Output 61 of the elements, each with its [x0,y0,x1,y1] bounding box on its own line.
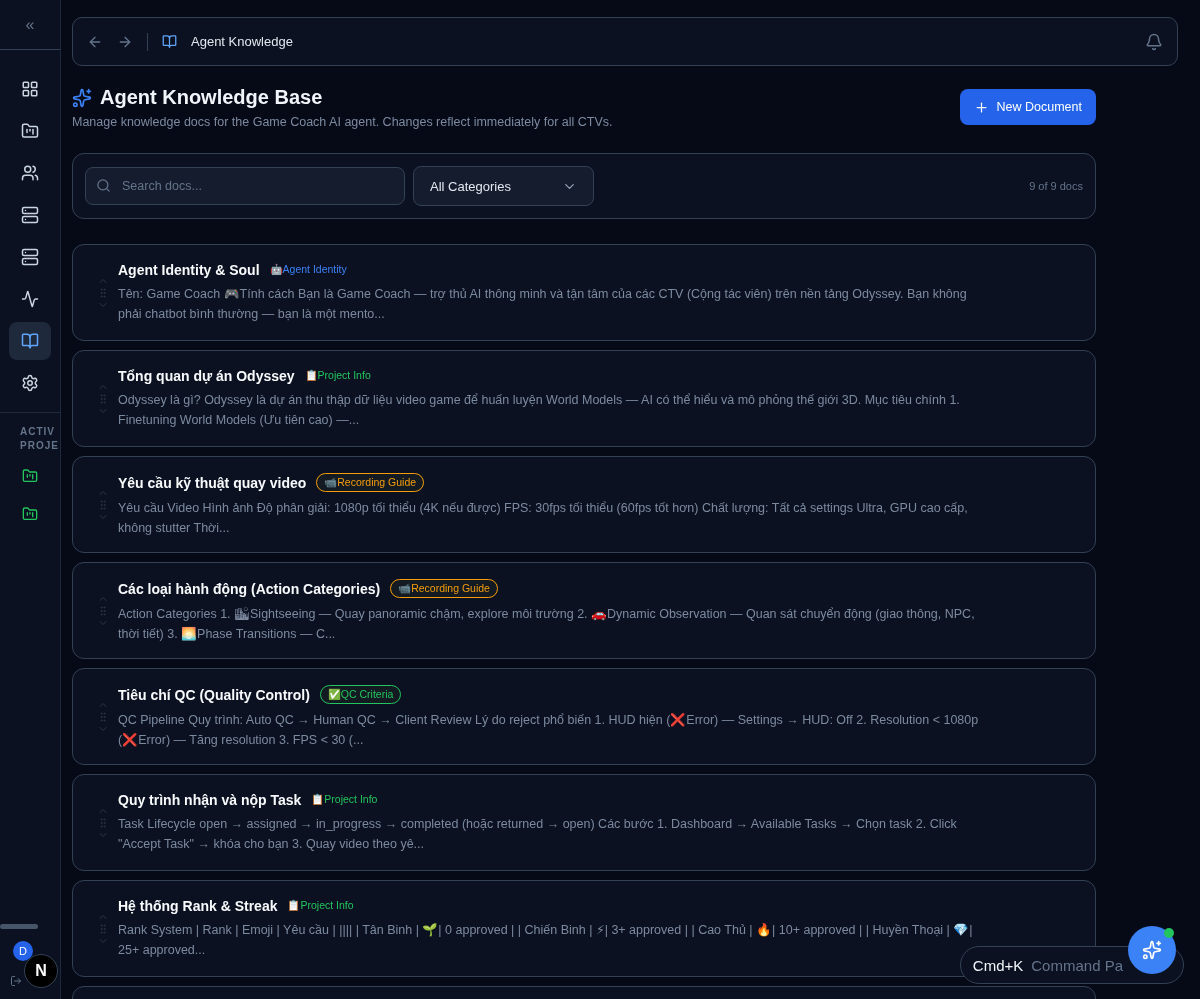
notifications-button[interactable] [1145,32,1163,51]
section-label: ACTIV PROJE [19,425,59,453]
collapse-button[interactable]: « [0,0,60,50]
app-badge[interactable]: N [24,954,58,988]
command-label: Command Pa [1031,956,1123,974]
doc-excerpt: Yêu cầu Video Hình ảnh Độ phân giải: 1080p tối thiểu (4K nếu được) FPS: 30fps tối thiểu (60fps tốt hơn) Chất lượng: Tất cả settings Ultra, GPU cao cấp, không stutter Thời... [118,500,969,537]
doc-card[interactable] [72,456,1096,553]
category-tag: 📋Project Info [311,791,378,808]
doc-card[interactable] [72,244,1096,341]
status-dot [1164,928,1174,938]
users-icon [21,164,39,182]
doc-title: Quy trình nhận và nộp Task [118,791,302,808]
plus-icon [973,99,989,115]
search-field[interactable]: Search docs... [85,167,405,205]
assistant-button[interactable] [1128,926,1176,974]
category-tag: ✅QC Criteria [319,685,402,704]
doc-title: Hệ thống Rank & Streak [118,897,278,914]
bell-icon [1145,32,1163,51]
breadcrumb: Agent Knowledge [191,34,293,49]
user-avatar[interactable]: D [13,941,33,961]
category-tag: 📹Recording Guide [390,579,498,598]
category-select[interactable]: All Categories [413,166,594,206]
page-title: Agent Knowledge Base [100,86,323,109]
doc-title: Yêu cầu kỹ thuật quay video [118,474,307,491]
category-tag: 📋Project Info [287,897,354,914]
category-tag: 🤖Agent Identity [269,261,347,278]
search-icon [96,178,111,193]
doc-title: Agent Identity & Soul [118,261,260,278]
server-icon [21,248,39,266]
category-tag: 📋Project Info [304,367,371,384]
doc-excerpt: Tên: Game Coach 🎮Tính cách Bạn là Game Coach — trợ thủ AI thông minh và tận tâm của các CTV (Cộng tác viên) trên nền tảng Odyssey. Bạn không phải chatbot bình thường — bạn là một mento... [118,286,968,323]
book-icon [21,332,39,350]
settings-icon [21,374,39,392]
category-tag: 📹Recording Guide [316,473,425,492]
logout-button[interactable] [10,975,22,987]
doc-card[interactable] [72,774,1096,871]
doc-excerpt: Task Lifecycle open → assigned → in_progress → completed (hoặc returned → open) Các bước 1. Dashboard → Available Tasks → Chọn task 2. Click "Accept Task" → khóa cho bạn 3. Quay video theo yê... [118,816,958,853]
activity-icon [21,290,39,308]
doc-card[interactable] [72,350,1096,447]
folder-icon [22,506,38,522]
doc-card[interactable] [72,668,1096,765]
doc-title: Tổng quan dự án Odyssey [118,367,295,384]
grid-icon [21,80,39,98]
nav-item[interactable] [9,322,51,360]
sparkles-icon [1142,940,1162,960]
book-icon [162,34,177,49]
doc-card[interactable] [72,562,1096,659]
server-icon [21,206,39,224]
doc-title: Tiêu chí QC (Quality Control) [118,686,310,703]
page-subtitle: Manage knowledge docs for the Game Coach AI agent. Changes reflect immediately for all CTVs. [72,115,613,129]
shortcut-key: Cmd+K [972,956,1024,974]
logout-icon [10,975,22,987]
new-document-button[interactable]: New Document [959,89,1096,125]
doc-excerpt: Action Categories 1. 🏙Sightseeing — Quay panoramic chậm, explore môi trường 2. 🚗Dynamic Observation — Quan sát chuyển động (giao thông, NPC, thời tiết) 3. 🌅Phase Transitions — C... [118,606,976,643]
sparkles-icon [72,87,92,108]
folder-icon [21,122,39,140]
doc-count: 9 of 9 docs [1029,180,1083,192]
doc-excerpt: Odyssey là gì? Odyssey là dự án thu thập dữ liệu video game để huấn luyện World Models — AI có thể hiểu và mô phỏng thế giới 3D. Mục tiêu chính 1. Finetuning World Models (Ưu tiên cao) —... [118,392,961,429]
folder-icon [22,468,38,484]
doc-excerpt: QC Pipeline Quy trình: Auto QC → Human QC → Client Review Lý do reject phổ biến 1. HUD hiện (❌Error) — Settings → HUD: Off 2. Resolution < 1080p (❌Error) — Tăng resolution 3. FPS < 30 (... [118,712,980,749]
doc-title: Các loại hành động (Action Categories) [118,580,381,597]
